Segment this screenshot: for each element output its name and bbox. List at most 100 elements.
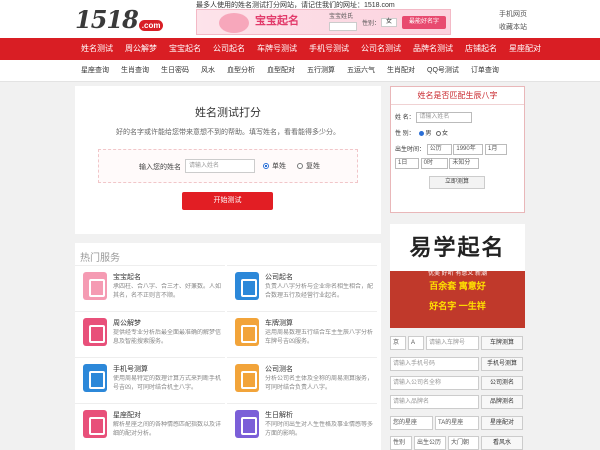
cake-icon: [235, 410, 259, 438]
service-name: 车牌测算: [265, 320, 293, 327]
banner-surname-label: 宝宝姓氏: [329, 14, 354, 20]
banner-baby-icon: [219, 13, 249, 33]
day-select[interactable]: 1日: [395, 158, 419, 169]
bazi-match-form: 姓名是否匹配生辰八字 姓 名： 请输入姓名 性 别： 男 女 出生时间： 公历 …: [390, 86, 525, 213]
service-company-name-test[interactable]: 公司测名 分析公司名主体及全称的周易测算服务，可同时结合负责人八字。: [227, 357, 377, 403]
service-zodiac-match[interactable]: 星座配对 解析星座之间的各种情感匹配指数以及详细的配对分析。: [75, 403, 225, 449]
subnav-item[interactable]: QQ号测试: [421, 60, 465, 81]
zodiac-tool-row: 您的星座 TA的星座 星座配对: [390, 416, 525, 430]
service-company-naming[interactable]: 公司起名 负责人八字分析与企业命名相生相合，配合数理五行及经营行业起名。: [227, 265, 377, 311]
fengshui-gender-select[interactable]: 性别: [390, 436, 412, 450]
subnav-item[interactable]: 血型分析: [221, 60, 261, 81]
brand-tool-row: 请输入品牌名 品牌测名: [390, 395, 525, 409]
fengshui-button[interactable]: 看风水: [481, 436, 523, 450]
plate-letter-select[interactable]: A: [408, 336, 424, 350]
company-input[interactable]: 请输入公司名全称: [390, 376, 479, 390]
name-label: 输入您的姓名: [139, 164, 181, 171]
nav-item[interactable]: 宝宝起名: [163, 38, 207, 60]
service-name: 星座配对: [113, 412, 141, 419]
banner-surname-input[interactable]: [329, 22, 357, 31]
radio-checked-icon: [263, 163, 269, 169]
service-desc: 解析星座之间的各种情感匹配指数以及详细的配对分析。: [113, 422, 222, 437]
nav-item[interactable]: 公司名测试: [355, 38, 407, 60]
baby-naming-banner[interactable]: 宝宝起名 宝宝姓氏 性别： 女 最能好名字: [196, 9, 451, 35]
nav-item[interactable]: 店铺起名: [459, 38, 503, 60]
zodiac-match-button[interactable]: 星座配对: [481, 416, 523, 430]
single-surname-radio[interactable]: 单姓: [263, 161, 286, 171]
service-name: 宝宝起名: [113, 274, 141, 281]
nav-item[interactable]: 姓名测试: [75, 38, 119, 60]
compound-surname-radio[interactable]: 复姓: [297, 161, 320, 171]
name-input[interactable]: 请输入姓名: [185, 159, 255, 173]
name-test-panel: 姓名测试打分 好的名字或许能给您带来意想不到的帮助。填写姓名，看看能得多少分。 …: [75, 86, 381, 234]
building-icon: [235, 272, 259, 300]
side-form-title: 姓名是否匹配生辰八字: [391, 87, 524, 105]
subnav-item[interactable]: 订单查询: [465, 60, 505, 81]
hour-select[interactable]: 0时: [420, 158, 448, 169]
subnav-item[interactable]: 星座查询: [75, 60, 115, 81]
month-select[interactable]: 1月: [485, 144, 508, 155]
service-baby-naming[interactable]: 宝宝起名 承四柱、合八字、合三才、好兼数。人如其名，名不正则言不顺。: [75, 265, 225, 311]
services-title: 热门服务: [80, 253, 120, 264]
mobile-site-link[interactable]: 手机网页: [499, 8, 527, 21]
subnav-item[interactable]: 五运六气: [341, 60, 381, 81]
naming-ad-banner[interactable]: 易学起名 优美 好听 有意义 新潮 百余套 寓意好 好名字 一生祥: [390, 224, 525, 328]
subnav-item[interactable]: 风水: [195, 60, 221, 81]
subnav-item[interactable]: 血型配对: [261, 60, 301, 81]
service-birthday-analysis[interactable]: 生日解析 不同时间出生对人生性格及事业情感等多方面的影响。: [227, 403, 377, 449]
brand-input[interactable]: 请输入品牌名: [390, 395, 479, 409]
nav-item[interactable]: 星座配对: [503, 38, 547, 60]
nav-item[interactable]: 品牌名测试: [407, 38, 459, 60]
document-icon: [235, 364, 259, 392]
male-radio[interactable]: [419, 130, 425, 136]
door-direction-select[interactable]: 大门朝: [448, 436, 479, 450]
banner-submit-button[interactable]: 最能好名字: [402, 16, 446, 29]
my-zodiac-select[interactable]: 您的星座: [390, 416, 433, 430]
subnav-item[interactable]: 生肖查询: [115, 60, 155, 81]
book-icon: [83, 318, 107, 346]
subnav-item[interactable]: 生肖配对: [381, 60, 421, 81]
year-select[interactable]: 1990年: [453, 144, 484, 155]
brand-test-button[interactable]: 品牌测名: [481, 395, 523, 409]
side-name-input[interactable]: 请输入姓名: [416, 112, 473, 123]
plate-input[interactable]: 请输入车牌号: [426, 336, 479, 350]
service-plate-test[interactable]: 车牌测算 运用周易数理五行结合车主生辰八字分析车牌号吉凶服务。: [227, 311, 377, 357]
phone-tool-row: 请输入手机号码 手机号测算: [390, 357, 525, 371]
subnav-item[interactable]: 生日密码: [155, 60, 195, 81]
phone-input[interactable]: 请输入手机号码: [390, 357, 479, 371]
fengshui-tool-row: 性别 出生公历 大门朝 看风水: [390, 436, 525, 450]
banner-gender-label: 性别：: [362, 21, 381, 27]
site-logo[interactable]: 1518 .com: [75, 5, 164, 34]
calendar-select[interactable]: 公历: [426, 144, 452, 155]
compound-surname-label: 复姓: [306, 163, 320, 170]
calculate-button[interactable]: 立即测算: [429, 176, 485, 189]
service-desc: 使用周易特定的数理计算方式来判断手机号吉凶，可同时结合机主八字。: [113, 376, 222, 391]
nav-item[interactable]: 手机号测试: [303, 38, 355, 60]
bookmark-link[interactable]: 收藏本站: [499, 21, 527, 34]
phone-test-button[interactable]: 手机号测算: [481, 357, 523, 371]
banner-gender-select[interactable]: 女: [381, 18, 397, 27]
province-select[interactable]: 京: [390, 336, 406, 350]
nav-item[interactable]: 公司起名: [207, 38, 251, 60]
fengshui-year-select[interactable]: 出生公历: [414, 436, 446, 450]
side-gender-row: 性 别： 男 女: [395, 128, 448, 137]
company-test-button[interactable]: 公司测名: [481, 376, 523, 390]
minute-select[interactable]: 未知分: [449, 158, 480, 169]
their-zodiac-select[interactable]: TA的星座: [435, 416, 479, 430]
phone-icon: [83, 364, 107, 392]
sub-nav: 星座查询 生肖查询 生日密码 风水 血型分析 血型配对 五行测算 五运六气 生肖…: [0, 60, 600, 82]
quick-tools: 京 A 请输入车牌号 车牌测算 请输入手机号码 手机号测算 请输入公司名全称 公…: [390, 336, 525, 450]
service-phone-test[interactable]: 手机号测算 使用周易特定的数理计算方式来判断手机号吉凶，可同时结合机主八字。: [75, 357, 225, 403]
service-name: 公司起名: [265, 274, 293, 281]
start-test-button[interactable]: 开始测试: [182, 192, 273, 210]
subnav-item[interactable]: 五行测算: [301, 60, 341, 81]
radio-unchecked-icon: [297, 163, 303, 169]
main-nav: 姓名测试 周公解梦 宝宝起名 公司起名 车牌号测试 手机号测试 公司名测试 品牌…: [0, 38, 600, 60]
female-radio[interactable]: [436, 130, 442, 136]
nav-item[interactable]: 周公解梦: [119, 38, 163, 60]
nav-item[interactable]: 车牌号测试: [251, 38, 303, 60]
plate-test-button[interactable]: 车牌测算: [481, 336, 523, 350]
license-plate-icon: [235, 318, 259, 346]
service-desc: 提供经专业分析后最全面最准确的解梦信息及智能搜索服务。: [113, 330, 222, 345]
service-dream-reading[interactable]: 周公解梦 提供经专业分析后最全面最准确的解梦信息及智能搜索服务。: [75, 311, 225, 357]
